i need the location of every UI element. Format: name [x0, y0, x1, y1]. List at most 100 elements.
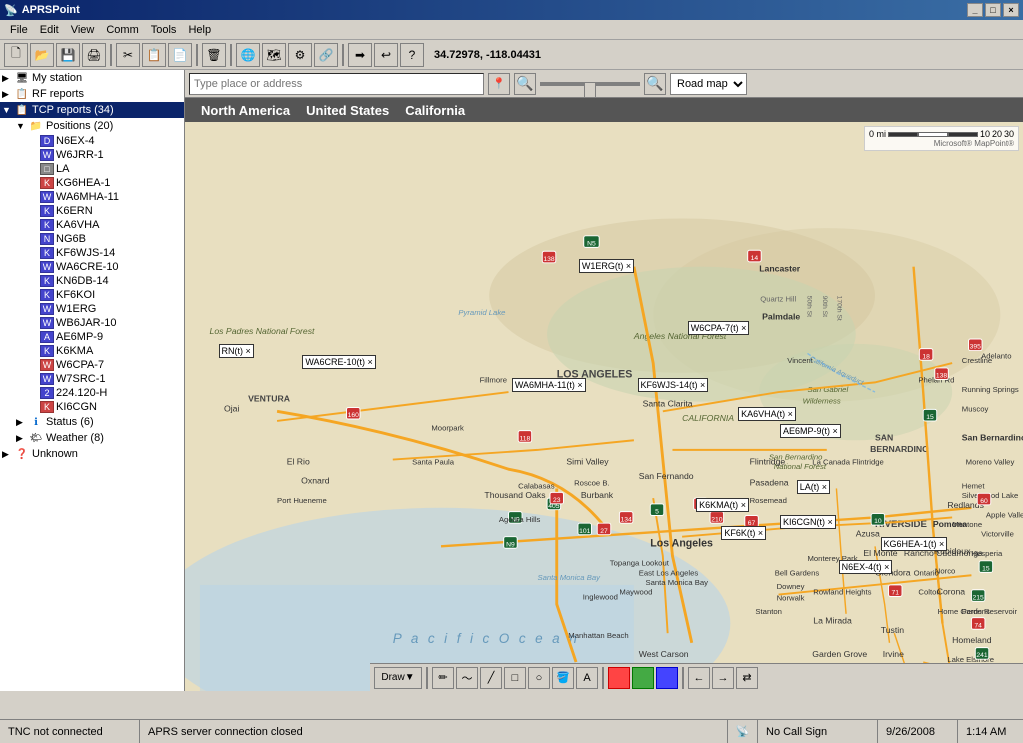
sidebar-item-wb6jar10[interactable]: W WB6JAR-10 — [0, 316, 184, 330]
map-type-select[interactable]: Road map Aerial Hybrid — [670, 73, 747, 95]
sidebar-item-w6jrr1[interactable]: W W6JRR-1 — [0, 148, 184, 162]
sidebar-item-w6cpa7[interactable]: W W6CPA-7 — [0, 358, 184, 372]
map-image[interactable]: Angeles National Forest CALIFORNIA San G… — [185, 122, 1023, 691]
delete-button[interactable]: 🗑 — [202, 43, 226, 67]
sidebar-item-ki6cgn[interactable]: K KI6CGN — [0, 400, 184, 414]
draw-rect[interactable]: □ — [504, 667, 526, 689]
connect-button[interactable]: 🔗 — [314, 43, 338, 67]
sidebar-item-weather[interactable]: ▶ 🌤 Weather (8) — [0, 430, 184, 446]
marker-w1erg[interactable]: W1ERG(t) × — [579, 259, 634, 273]
svg-text:Lancaster: Lancaster — [759, 263, 801, 273]
map-container[interactable]: 📍 🔍 🔍 Road map Aerial Hybrid North Ameri… — [185, 70, 1023, 691]
sidebar-item-kn6db14[interactable]: K KN6DB-14 — [0, 274, 184, 288]
help-button[interactable]: ? — [400, 43, 424, 67]
sidebar-item-kg6hea1[interactable]: K KG6HEA-1 — [0, 176, 184, 190]
sidebar-item-la[interactable]: □ LA — [0, 162, 184, 176]
marker-wa6mha11[interactable]: WA6MHA-11(t) × — [512, 378, 586, 392]
minimize-button[interactable]: _ — [967, 3, 983, 17]
marker-ki6cgn[interactable]: KI6CGN(t) × — [780, 515, 836, 529]
sidebar-label-kf6wjs14: KF6WJS-14 — [56, 247, 115, 259]
menu-tools[interactable]: Tools — [145, 22, 183, 38]
print-button[interactable]: 🖨 — [82, 43, 106, 67]
menu-file[interactable]: File — [4, 22, 34, 38]
sidebar-item-wa6cre10[interactable]: W WA6CRE-10 — [0, 260, 184, 274]
draw-pencil[interactable]: ✏ — [432, 667, 454, 689]
mappoint-watermark: Microsoft® MapPoint® — [869, 139, 1014, 148]
arrow-button[interactable]: ➡ — [348, 43, 372, 67]
marker-w6cpa7[interactable]: W6CPA-7(t) × — [688, 321, 750, 335]
breadcrumb-united-states[interactable]: United States — [298, 103, 397, 118]
svg-text:Hemet: Hemet — [962, 481, 986, 490]
marker-ka6vha[interactable]: KA6VHA(t) × — [738, 407, 796, 421]
zoom-in-button[interactable]: 🔍 — [514, 73, 536, 95]
sidebar-item-tcp-reports[interactable]: ▼ 📋 TCP reports (34) — [0, 102, 184, 118]
sidebar-item-status[interactable]: ▶ ℹ Status (6) — [0, 414, 184, 430]
sidebar-item-rf-reports[interactable]: ▶ 📋 RF reports — [0, 86, 184, 102]
draw-dropdown[interactable]: Draw▼ — [374, 667, 422, 689]
draw-arrow1[interactable]: ← — [688, 667, 710, 689]
svg-text:Apple Valley: Apple Valley — [986, 510, 1023, 519]
sidebar-item-positions[interactable]: ▼ 📁 Positions (20) — [0, 118, 184, 134]
sidebar-item-kf6koi[interactable]: K KF6KOI — [0, 288, 184, 302]
cut-button[interactable]: ✂ — [116, 43, 140, 67]
marker-ae6mp9[interactable]: AE6MP-9(t) × — [780, 424, 841, 438]
draw-color3[interactable] — [656, 667, 678, 689]
breadcrumb-north-america[interactable]: North America — [193, 103, 298, 118]
maximize-button[interactable]: □ — [985, 3, 1001, 17]
draw-arrow2[interactable]: → — [712, 667, 734, 689]
draw-color2[interactable] — [632, 667, 654, 689]
map-button[interactable]: 🗺 — [262, 43, 286, 67]
menu-comm[interactable]: Comm — [100, 22, 144, 38]
station-icon: A — [40, 331, 54, 343]
sidebar-item-k6kma[interactable]: K K6KMA — [0, 344, 184, 358]
menu-edit[interactable]: Edit — [34, 22, 65, 38]
back-button[interactable]: ↩ — [374, 43, 398, 67]
draw-ellipse[interactable]: ○ — [528, 667, 550, 689]
globe-button[interactable]: 🌐 — [236, 43, 260, 67]
menu-view[interactable]: View — [65, 22, 101, 38]
sidebar-item-wa6mha11[interactable]: W WA6MHA-11 — [0, 190, 184, 204]
sidebar-item-kf6wjs14[interactable]: K KF6WJS-14 — [0, 246, 184, 260]
config-button[interactable]: ⚙ — [288, 43, 312, 67]
search-pin-button[interactable]: 📍 — [488, 73, 510, 95]
sidebar-item-unknown[interactable]: ▶ ❓ Unknown — [0, 446, 184, 462]
paste-button[interactable]: 📄 — [168, 43, 192, 67]
draw-line[interactable]: ╱ — [480, 667, 502, 689]
sidebar-item-my-station[interactable]: ▶ 🖥 My station — [0, 70, 184, 86]
marker-kf6k[interactable]: KF6K(t) × — [721, 526, 766, 540]
zoom-slider[interactable] — [540, 76, 640, 92]
draw-color1[interactable] — [608, 667, 630, 689]
sidebar-item-224120h[interactable]: 2 224.120-H — [0, 386, 184, 400]
marker-n6ex4[interactable]: N6EX-4(t) × — [839, 560, 893, 574]
new-button[interactable]: 🗋 — [4, 43, 28, 67]
copy-button[interactable]: 📋 — [142, 43, 166, 67]
marker-k6kma[interactable]: K6KMA(t) × — [696, 498, 749, 512]
draw-fill[interactable]: 🪣 — [552, 667, 574, 689]
callsign-label: No Call Sign — [766, 726, 827, 738]
marker-rn[interactable]: RN(t) × — [219, 344, 254, 358]
save-button[interactable]: 💾 — [56, 43, 80, 67]
menu-help[interactable]: Help — [182, 22, 217, 38]
sidebar-item-ka6vha[interactable]: K KA6VHA — [0, 218, 184, 232]
status-tnc: TNC not connected — [0, 720, 140, 743]
draw-curve[interactable]: 〜 — [456, 667, 478, 689]
sidebar-item-ng6b[interactable]: N NG6B — [0, 232, 184, 246]
zoom-out-button[interactable]: 🔍 — [644, 73, 666, 95]
sidebar-item-w1erg[interactable]: W W1ERG — [0, 302, 184, 316]
expand-icon: ▶ — [16, 417, 28, 428]
breadcrumb-california[interactable]: California — [397, 103, 473, 118]
draw-double-arrow[interactable]: ⇄ — [736, 667, 758, 689]
sidebar-item-ae6mp9[interactable]: A AE6MP-9 — [0, 330, 184, 344]
marker-wa6cre10[interactable]: WA6CRE-10(t) × — [302, 355, 375, 369]
close-button[interactable]: × — [1003, 3, 1019, 17]
sidebar-item-w7src1[interactable]: W W7SRC-1 — [0, 372, 184, 386]
marker-la[interactable]: LA(t) × — [797, 480, 830, 494]
sidebar-item-n6ex4[interactable]: D N6EX-4 — [0, 134, 184, 148]
svg-text:74: 74 — [974, 622, 982, 629]
marker-kf6wjs14[interactable]: KF6WJS-14(t) × — [638, 378, 709, 392]
open-button[interactable]: 📂 — [30, 43, 54, 67]
sidebar-item-k6ern[interactable]: K K6ERN — [0, 204, 184, 218]
draw-text[interactable]: A — [576, 667, 598, 689]
marker-kg6hea1[interactable]: KG6HEA-1(t) × — [881, 537, 948, 551]
search-input[interactable] — [189, 73, 484, 95]
